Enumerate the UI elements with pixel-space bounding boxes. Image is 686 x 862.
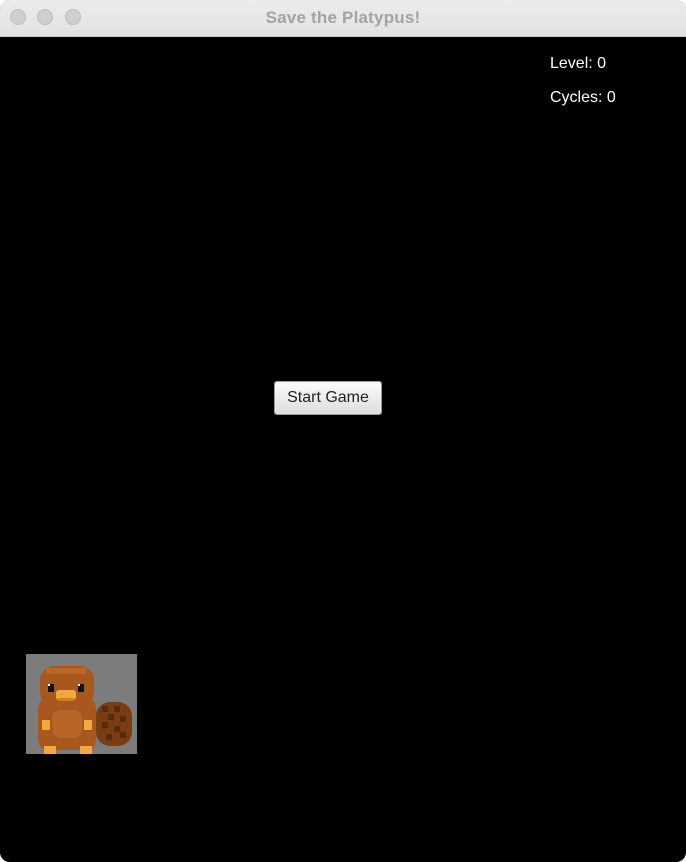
platypus-eye-shine — [48, 684, 50, 686]
platypus-foot-right — [80, 746, 92, 754]
platypus-icon — [38, 666, 132, 754]
level-counter: Level: 0 — [550, 55, 607, 72]
platypus-arm-left — [42, 720, 50, 730]
platypus-eye-shine — [78, 684, 80, 686]
platypus-tail-pattern — [114, 706, 120, 712]
platypus-tail-pattern — [108, 714, 114, 720]
platypus-arm-right — [84, 720, 92, 730]
window-title: Save the Platypus! — [265, 8, 421, 27]
platypus-head-highlight — [46, 668, 86, 674]
platypus-tail-pattern — [106, 734, 112, 740]
platypus-foot-left — [44, 746, 56, 754]
platypus-sprite — [26, 654, 137, 754]
game-window: Save the Platypus! Level: 0 Cycles: 0 St… — [0, 0, 686, 862]
title-bar: Save the Platypus! — [0, 0, 686, 37]
platypus-tail-pattern — [102, 706, 108, 712]
start-game-button[interactable]: Start Game — [274, 381, 382, 415]
platypus-tail-pattern — [120, 716, 126, 722]
platypus-tail-pattern — [120, 732, 126, 738]
platypus-tail-pattern — [114, 726, 120, 732]
platypus-belly — [52, 710, 82, 738]
cycles-counter: Cycles: 0 — [550, 89, 616, 106]
platypus-tail-pattern — [102, 722, 108, 728]
game-canvas[interactable]: Level: 0 Cycles: 0 Start Game — [0, 37, 686, 862]
platypus-bill-shade — [58, 698, 74, 701]
